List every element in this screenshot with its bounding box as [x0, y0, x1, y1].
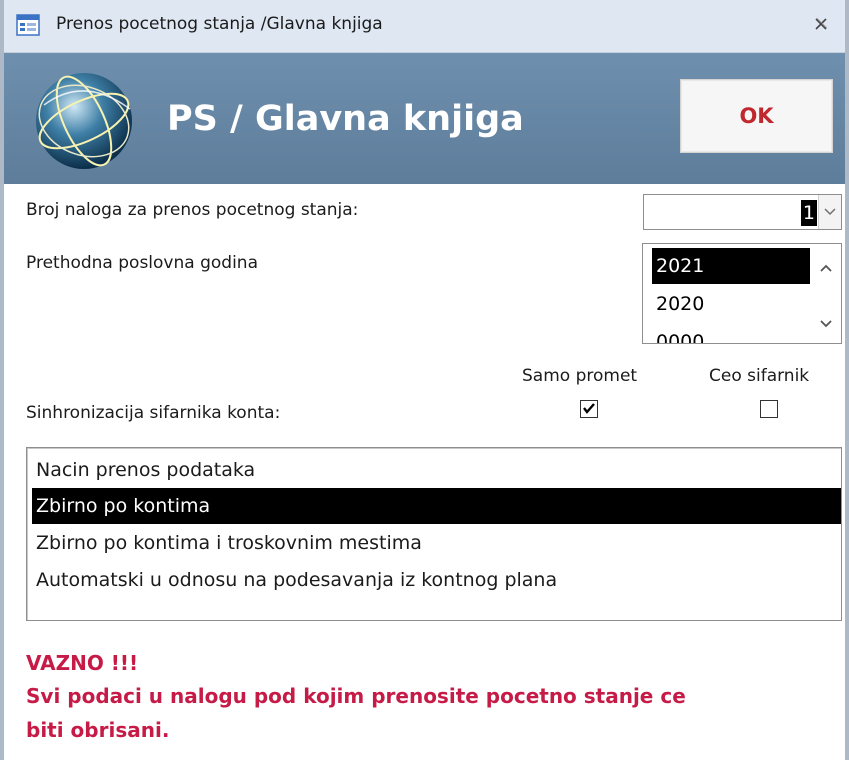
chevron-down-icon[interactable] — [818, 195, 841, 229]
list-item[interactable]: Zbirno po kontima — [32, 488, 841, 524]
scrollbar[interactable] — [811, 244, 841, 343]
whole-codebook-checkbox[interactable] — [760, 400, 778, 418]
prev-year-label: Prethodna poslovna godina — [26, 253, 258, 273]
globe-icon — [30, 65, 138, 173]
order-number-label: Broj naloga za prenos pocetnog stanja: — [26, 200, 359, 220]
transfer-method-listbox[interactable]: Nacin prenos podataka Zbirno po kontima … — [26, 447, 842, 621]
order-number-combo[interactable]: 1 — [643, 194, 842, 230]
chevron-up-icon[interactable] — [817, 260, 835, 274]
whole-codebook-label: Ceo sifarnik — [709, 366, 810, 386]
only-turnover-checkbox[interactable] — [580, 400, 598, 418]
ok-button[interactable]: OK — [680, 79, 833, 153]
prev-year-listbox[interactable]: 2021 2020 0000 — [642, 243, 842, 344]
header-title: PS / Glavna knjiga — [167, 99, 524, 139]
chevron-down-icon[interactable] — [817, 316, 835, 330]
list-item[interactable]: 0000 — [652, 324, 810, 343]
dialog-window: Prenos pocetnog stanja /Glavna knjiga PS… — [0, 0, 849, 760]
title-bar[interactable]: Prenos pocetnog stanja /Glavna knjiga — [4, 0, 845, 53]
list-item[interactable]: Automatski u odnosu na podesavanja iz ko… — [32, 562, 841, 598]
list-item[interactable]: 2021 — [652, 248, 810, 284]
warning-title: VAZNO !!! — [26, 651, 139, 675]
warning-line-2: biti obrisani. — [26, 718, 170, 742]
form-icon — [16, 13, 40, 37]
sync-label: Sinhronizacija sifarnika konta: — [26, 403, 281, 423]
window-title: Prenos pocetnog stanja /Glavna knjiga — [56, 14, 383, 34]
list-item[interactable]: 2020 — [652, 286, 810, 322]
list-item[interactable]: Zbirno po kontima i troskovnim mestima — [32, 525, 841, 561]
close-icon[interactable] — [811, 14, 831, 34]
order-number-value: 1 — [800, 200, 817, 226]
warning-line-1: Svi podaci u nalogu pod kojim prenosite … — [26, 684, 686, 708]
list-item[interactable]: Nacin prenos podataka — [32, 452, 841, 488]
header-band: PS / Glavna knjiga OK — [4, 53, 845, 184]
only-turnover-label: Samo promet — [522, 366, 638, 386]
